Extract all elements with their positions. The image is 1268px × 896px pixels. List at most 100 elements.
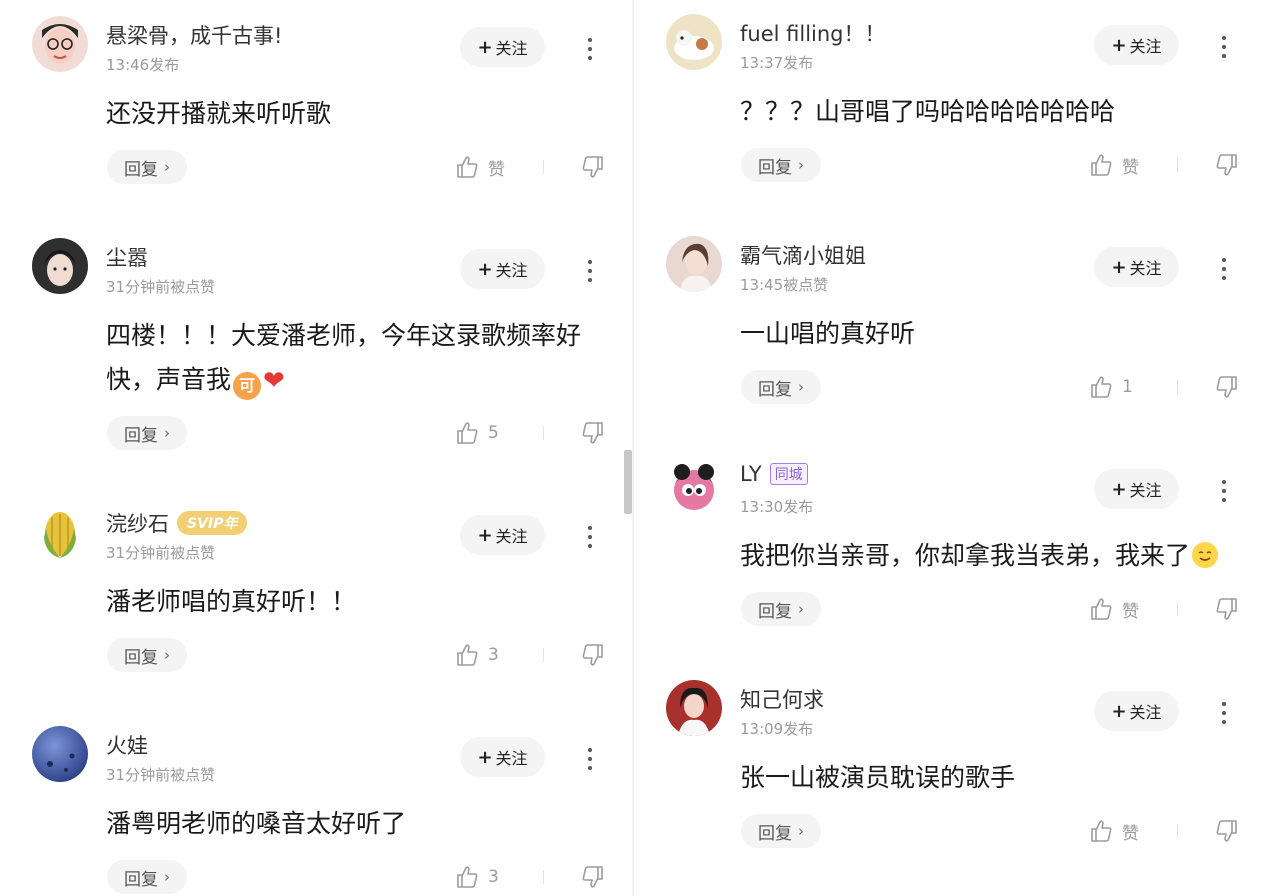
follow-button[interactable]: + 关注	[1094, 247, 1179, 287]
follow-button[interactable]: + 关注	[460, 249, 545, 289]
like-button[interactable]: 赞	[1087, 148, 1147, 182]
like-button[interactable]: 3	[453, 860, 513, 894]
avatar[interactable]	[32, 504, 88, 560]
comment-text-body: 四楼！！！大爱潘老师，今年这录歌频率好快，声音我	[106, 321, 582, 394]
username-text[interactable]: LY	[740, 462, 762, 486]
thumbs-up-icon	[1091, 376, 1112, 398]
username-text[interactable]: 知己何求	[740, 684, 824, 714]
reply-button[interactable]: 回复 ›	[107, 860, 187, 894]
reply-label: 回复	[124, 159, 158, 180]
smile-emoji-icon	[1192, 542, 1219, 568]
follow-button[interactable]: + 关注	[1094, 25, 1179, 65]
username[interactable]: fuel filling！！	[740, 18, 886, 48]
avatar[interactable]	[666, 236, 722, 292]
reply-button[interactable]: 回复 ›	[741, 370, 821, 404]
username[interactable]: 火娃	[106, 730, 148, 760]
dislike-button[interactable]	[578, 860, 608, 894]
divider	[1177, 380, 1178, 394]
avatar[interactable]	[32, 238, 88, 294]
dislike-button[interactable]	[578, 638, 608, 672]
reply-button[interactable]: 回复 ›	[107, 416, 187, 450]
reply-button[interactable]: 回复 ›	[741, 148, 821, 182]
comment-timestamp: 31分钟前被点赞	[106, 766, 216, 784]
more-options-icon[interactable]	[1212, 252, 1236, 286]
avatar[interactable]	[666, 14, 722, 70]
comment-text: 潘粤明老师的嗓音太好听了	[106, 809, 407, 838]
plus-icon: +	[1111, 700, 1127, 722]
reply-label: 回复	[758, 157, 792, 178]
chevron-right-icon: ›	[798, 600, 804, 618]
follow-label: 关注	[1129, 703, 1162, 722]
more-options-icon[interactable]	[1212, 30, 1236, 64]
reply-label: 回复	[124, 869, 158, 890]
follow-label: 关注	[1129, 37, 1162, 56]
follow-button[interactable]: + 关注	[460, 27, 545, 67]
more-options-icon[interactable]	[578, 254, 602, 288]
like-button[interactable]: 1	[1087, 370, 1147, 404]
follow-button[interactable]: + 关注	[1094, 469, 1179, 509]
follow-button[interactable]: + 关注	[460, 737, 545, 777]
dislike-button[interactable]	[578, 416, 608, 450]
avatar[interactable]	[666, 680, 722, 736]
like-button[interactable]: 3	[453, 638, 513, 672]
scrollbar-thumb[interactable]	[624, 450, 632, 514]
dislike-button[interactable]	[1212, 814, 1242, 848]
username-text[interactable]: 尘嚣	[106, 242, 148, 272]
username-text[interactable]: 悬梁骨，成千古事!	[106, 20, 282, 50]
comment-timestamp: 31分钟前被点赞	[106, 544, 216, 562]
like-count: 赞	[1122, 601, 1139, 622]
username[interactable]: LY 同城	[740, 462, 808, 486]
avatar[interactable]	[32, 16, 88, 72]
username[interactable]: 悬梁骨，成千古事!	[106, 20, 282, 50]
dislike-button[interactable]	[578, 150, 608, 184]
reply-button[interactable]: 回复 ›	[741, 592, 821, 626]
like-button[interactable]: 5	[453, 416, 513, 450]
follow-button[interactable]: + 关注	[1094, 691, 1179, 731]
follow-label: 关注	[1129, 481, 1162, 500]
chevron-right-icon: ›	[164, 646, 170, 664]
avatar[interactable]	[666, 458, 722, 514]
like-button[interactable]: 赞	[1087, 592, 1147, 626]
username-text[interactable]: fuel filling！！	[740, 18, 886, 48]
username[interactable]: 浣纱石 SVIP年	[106, 508, 248, 538]
username-text[interactable]: 浣纱石	[106, 508, 169, 538]
comment-text: 四楼！！！大爱潘老师，今年这录歌频率好快，声音我可 ❤	[106, 314, 616, 403]
more-options-icon[interactable]	[578, 32, 602, 66]
username-text[interactable]: 霸气滴小姐姐	[740, 240, 866, 270]
username[interactable]: 尘嚣	[106, 242, 148, 272]
more-options-icon[interactable]	[1212, 474, 1236, 508]
more-options-icon[interactable]	[578, 742, 602, 776]
thumbs-up-icon	[457, 156, 478, 178]
username[interactable]: 霸气滴小姐姐	[740, 240, 866, 270]
chevron-right-icon: ›	[164, 868, 170, 886]
dislike-button[interactable]	[1212, 370, 1242, 404]
divider	[1177, 824, 1178, 838]
like-button[interactable]: 赞	[1087, 814, 1147, 848]
thumbs-down-icon	[1216, 820, 1237, 842]
reply-button[interactable]: 回复 ›	[741, 814, 821, 848]
comment-item: 悬梁骨，成千古事! 13:46发布 + 关注 还没开播就来听听歌 回复 › 赞	[0, 4, 632, 214]
comment-text: 还没开播就来听听歌	[106, 99, 332, 128]
follow-button[interactable]: + 关注	[460, 515, 545, 555]
dislike-button[interactable]	[1212, 592, 1242, 626]
like-button[interactable]: 赞	[453, 150, 513, 184]
dislike-button[interactable]	[1212, 148, 1242, 182]
username-text[interactable]: 火娃	[106, 730, 148, 760]
avatar[interactable]	[32, 726, 88, 782]
thumbs-down-icon	[1216, 154, 1237, 176]
username[interactable]: 知己何求	[740, 684, 824, 714]
more-options-icon[interactable]	[1212, 696, 1236, 730]
comment-item: fuel filling！！ 13:37发布 + 关注 ？？？山哥唱了吗哈哈哈哈哈…	[634, 2, 1266, 212]
more-options-icon[interactable]	[578, 520, 602, 554]
plus-icon: +	[1111, 256, 1127, 278]
reply-button[interactable]: 回复 ›	[107, 150, 187, 184]
comment-text: 我把你当亲哥，你却拿我当表弟，我来了	[740, 534, 1250, 578]
comment-text: 张一山被演员耽误的歌手	[740, 763, 1016, 792]
like-count: 5	[488, 423, 499, 443]
thumbs-up-icon	[457, 422, 478, 444]
comment-column-right: fuel filling！！ 13:37发布 + 关注 ？？？山哥唱了吗哈哈哈哈哈…	[634, 0, 1266, 896]
divider	[543, 160, 544, 174]
comment-timestamp: 13:30发布	[740, 498, 814, 516]
reply-button[interactable]: 回复 ›	[107, 638, 187, 672]
thumbs-up-icon	[1091, 820, 1112, 842]
